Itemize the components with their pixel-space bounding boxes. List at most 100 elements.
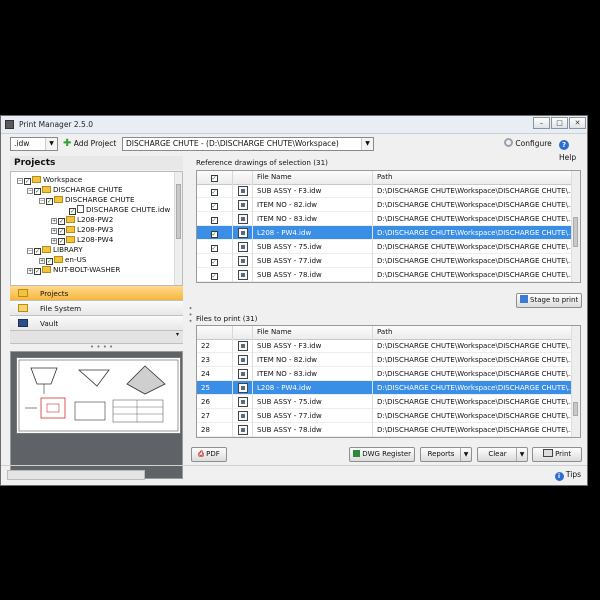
checkbox[interactable]: ✓ [210,217,218,224]
path-column-header[interactable]: Path [373,326,572,339]
checkbox[interactable]: ✓ [210,175,218,182]
tree-node-l208-pw4[interactable]: + ✓ L208-PW4 [51,235,113,245]
tree-node-en-us[interactable]: + ✓ en-US [39,255,86,265]
checkbox[interactable]: ✓ [210,259,218,266]
checkbox[interactable]: ✓ [58,238,65,245]
pdf-button[interactable]: ⎙ PDF [191,447,227,462]
files-row[interactable]: 23 ITEM NO - 82.idw D:\DISCHARGE CHUTE\Wor… [197,353,572,367]
project-tree[interactable]: − ✓ Workspace − ✓ DISCHARGE CHUTE − ✓ DISCHARG… [10,171,183,286]
scroll-thumb[interactable] [176,184,181,239]
expand-icon[interactable]: + [51,228,57,234]
drawing-thumbnail-icon [238,242,248,252]
row-checkbox-cell[interactable]: ✓ [197,268,233,282]
checkbox[interactable]: ✓ [34,188,41,195]
tree-node-l208-pw2[interactable]: + ✓ L208-PW2 [51,215,113,225]
files-row[interactable]: 22 SUB ASSY - F3.idw D:\DISCHARGE CHUTE\Wo… [197,339,572,353]
reference-row[interactable]: ✓ L208 - PW4.idw D:\DISCHARGE CHUTE\Worksp… [197,226,572,240]
expand-icon[interactable]: + [27,268,33,274]
files-row[interactable]: 24 ITEM NO - 83.idw D:\DISCHARGE CHUTE\Wor… [197,367,572,381]
scroll-thumb[interactable] [573,217,578,247]
splitter-grip[interactable]: • • • • [90,343,113,351]
minimize-button[interactable]: – [533,117,550,129]
nav-file-system[interactable]: File System [10,301,183,316]
row-checkbox-cell[interactable]: ✓ [197,226,233,240]
reports-button[interactable]: Reports ▼ [420,447,472,462]
tree-node-nut-bolt-washer[interactable]: + ✓ NUT-BOLT-WASHER [27,265,120,275]
tree-node-discharge-chute-sub[interactable]: − ✓ DISCHARGE CHUTE [39,195,135,205]
checkbox[interactable]: ✓ [34,268,41,275]
row-checkbox-cell[interactable]: ✓ [197,198,233,212]
checkbox[interactable]: ✓ [69,208,76,215]
reference-row[interactable]: ✓ SUB ASSY - F3.idw D:\DISCHARGE CHUTE\Wor… [197,184,572,198]
nav-vault[interactable]: Vault [10,316,183,331]
row-number: 23 [197,353,233,367]
checkbox[interactable]: ✓ [210,231,218,238]
checkbox[interactable]: ✓ [210,245,218,252]
checkbox[interactable]: ✓ [210,203,218,210]
add-project-button[interactable]: ✚ Add Project [63,137,116,151]
stage-to-print-button[interactable]: Stage to print [516,293,582,308]
reference-row[interactable]: ✓ SUB ASSY - 78.idw D:\DISCHARGE CHUTE\Wor… [197,268,572,282]
checkbox[interactable]: ✓ [24,178,31,185]
expand-icon[interactable]: + [51,218,57,224]
reference-row[interactable]: ✓ SUB ASSY - 77.idw D:\DISCHARGE CHUTE\Wor… [197,254,572,268]
row-checkbox-cell[interactable]: ✓ [197,212,233,226]
tips-button[interactable]: i Tips [554,470,581,481]
tree-node-discharge-chute[interactable]: − ✓ DISCHARGE CHUTE [27,185,123,195]
reference-scrollbar[interactable] [571,171,580,282]
tree-node-library[interactable]: − ✓ LIBRARY [27,245,83,255]
tree-node-discharge-chute-idw[interactable]: ✓ DISCHARGE CHUTE.idw [69,205,170,215]
checkbox[interactable]: ✓ [210,189,218,196]
checkbox[interactable]: ✓ [46,198,53,205]
chevron-down-icon[interactable]: ▼ [516,448,527,461]
collapse-icon[interactable]: − [17,178,23,184]
close-button[interactable]: ✕ [569,117,586,129]
tree-scrollbar[interactable] [174,172,182,285]
print-button[interactable]: Print [532,447,582,462]
drawing-thumbnail-icon [238,425,248,435]
files-row[interactable]: 28 SUB ASSY - 78.idw D:\DISCHARGE CHUTE\Wo… [197,423,572,437]
filename-column-header[interactable]: File Name [253,326,373,339]
checkbox[interactable]: ✓ [58,218,65,225]
checkbox[interactable]: ✓ [210,273,218,280]
collapse-icon[interactable]: − [39,198,45,204]
project-select[interactable]: DISCHARGE CHUTE - (D:\DISCHARGE CHUTE\Wo… [122,137,374,151]
row-number: 26 [197,395,233,409]
reference-row[interactable]: ✓ ITEM NO - 83.idw D:\DISCHARGE CHUTE\Work… [197,212,572,226]
row-checkbox-cell[interactable]: ✓ [197,240,233,254]
nav-projects[interactable]: Projects [10,286,183,301]
reference-grid[interactable]: ✓ File Name Path ✓ SUB ASSY - F3.idw D:\DI… [196,170,581,283]
files-row[interactable]: 27 SUB ASSY - 77.idw D:\DISCHARGE CHUTE\Wo… [197,409,572,423]
scroll-thumb[interactable] [573,402,578,416]
collapse-icon[interactable]: − [27,188,33,194]
filetype-select[interactable]: .idw ▼ [10,137,58,151]
maximize-button[interactable]: □ [551,117,568,129]
row-checkbox-cell[interactable]: ✓ [197,184,233,198]
vertical-splitter-grip[interactable]: • • • [186,306,194,323]
configure-button[interactable]: Configure [504,137,552,151]
select-all-header[interactable]: ✓ [197,171,233,184]
path-column-header[interactable]: Path [373,171,572,184]
chevron-down-icon[interactable]: ▼ [460,448,471,461]
row-number: 22 [197,339,233,353]
row-checkbox-cell[interactable]: ✓ [197,254,233,268]
checkbox[interactable]: ✓ [46,258,53,265]
expand-icon[interactable]: + [39,258,45,264]
tree-node-l208-pw3[interactable]: + ✓ L208-PW3 [51,225,113,235]
clear-button[interactable]: Clear ▼ [477,447,528,462]
checkbox[interactable]: ✓ [34,248,41,255]
files-scrollbar[interactable] [571,326,580,437]
drawing-file-icon [77,205,84,213]
tree-node-workspace[interactable]: − ✓ Workspace [17,175,82,185]
collapse-icon[interactable]: − [27,248,33,254]
files-row[interactable]: 26 SUB ASSY - 75.idw D:\DISCHARGE CHUTE\Wo… [197,395,572,409]
files-grid[interactable]: File Name Path 22 SUB ASSY - F3.idw D:\DIS… [196,325,581,438]
reference-row[interactable]: ✓ ITEM NO - 82.idw D:\DISCHARGE CHUTE\Work… [197,198,572,212]
files-row[interactable]: 25 L208 - PW4.idw D:\DISCHARGE CHUTE\Works… [197,381,572,395]
filename-column-header[interactable]: File Name [253,171,373,184]
dwg-register-button[interactable]: DWG Register [349,447,415,462]
help-button[interactable]: ? Help [559,137,587,162]
checkbox[interactable]: ✓ [58,228,65,235]
reference-row[interactable]: ✓ SUB ASSY - 75.idw D:\DISCHARGE CHUTE\Wor… [197,240,572,254]
expand-icon[interactable]: + [51,238,57,244]
